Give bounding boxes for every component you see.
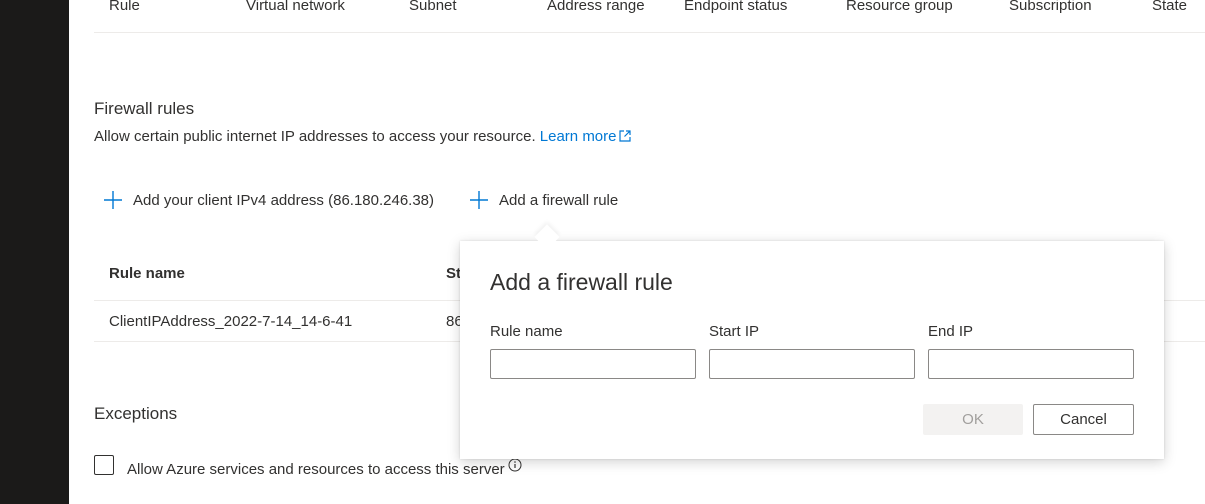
column-header-virtual-network[interactable]: Virtual network [246,0,345,14]
rule-name-cell: ClientIPAddress_2022-7-14_14-6-41 [109,313,353,330]
column-header-endpoint-status[interactable]: Endpoint status [684,0,787,14]
rule-name-input[interactable] [490,349,696,379]
learn-more-label: Learn more [539,128,617,145]
column-header-address-range[interactable]: Address range [547,0,645,14]
column-header-start-ip[interactable]: St [446,265,461,282]
cancel-button[interactable]: Cancel [1033,404,1134,435]
vnet-rules-table-header: Rule Virtual network Subnet Address rang… [94,0,1205,33]
ok-button[interactable]: OK [923,404,1023,435]
firewall-rules-title: Firewall rules [94,99,195,118]
end-ip-label: End IP [928,323,974,340]
learn-more-link[interactable]: Learn more [540,128,631,145]
add-firewall-rule-label: Add a firewall rule [499,191,619,209]
add-client-ip-button[interactable]: Add your client IPv4 address (86.180.246… [103,188,434,212]
start-ip-input[interactable] [709,349,915,379]
add-client-ip-label: Add your client IPv4 address (86.180.246… [133,191,435,209]
end-ip-input[interactable] [928,349,1134,379]
allow-azure-services-checkbox[interactable] [94,455,114,475]
rule-name-label: Rule name [490,323,563,340]
column-header-state[interactable]: State [1152,0,1187,14]
firewall-rules-description: Allow certain public internet IP address… [94,128,631,145]
callout-beak-cover [528,241,568,255]
column-header-subscription[interactable]: Subscription [1009,0,1092,14]
plus-icon [470,191,488,209]
start-ip-label: Start IP [709,323,760,340]
column-header-resource-group[interactable]: Resource group [846,0,953,14]
description-text: Allow certain public internet IP address… [94,128,536,145]
allow-azure-services-label[interactable]: Allow Azure services and resources to ac… [127,458,522,478]
column-header-rule[interactable]: Rule [109,0,140,14]
info-icon[interactable] [508,458,522,472]
left-nav-strip [0,0,69,504]
column-header-rule-name[interactable]: Rule name [109,265,185,282]
external-link-icon [618,130,631,142]
callout-title: Add a firewall rule [490,269,673,295]
add-firewall-rule-button[interactable]: Add a firewall rule [469,188,618,212]
allow-azure-services-text: Allow Azure services and resources to ac… [127,461,505,478]
plus-icon [104,191,122,209]
column-header-subnet[interactable]: Subnet [409,0,457,14]
exceptions-title: Exceptions [94,404,178,423]
